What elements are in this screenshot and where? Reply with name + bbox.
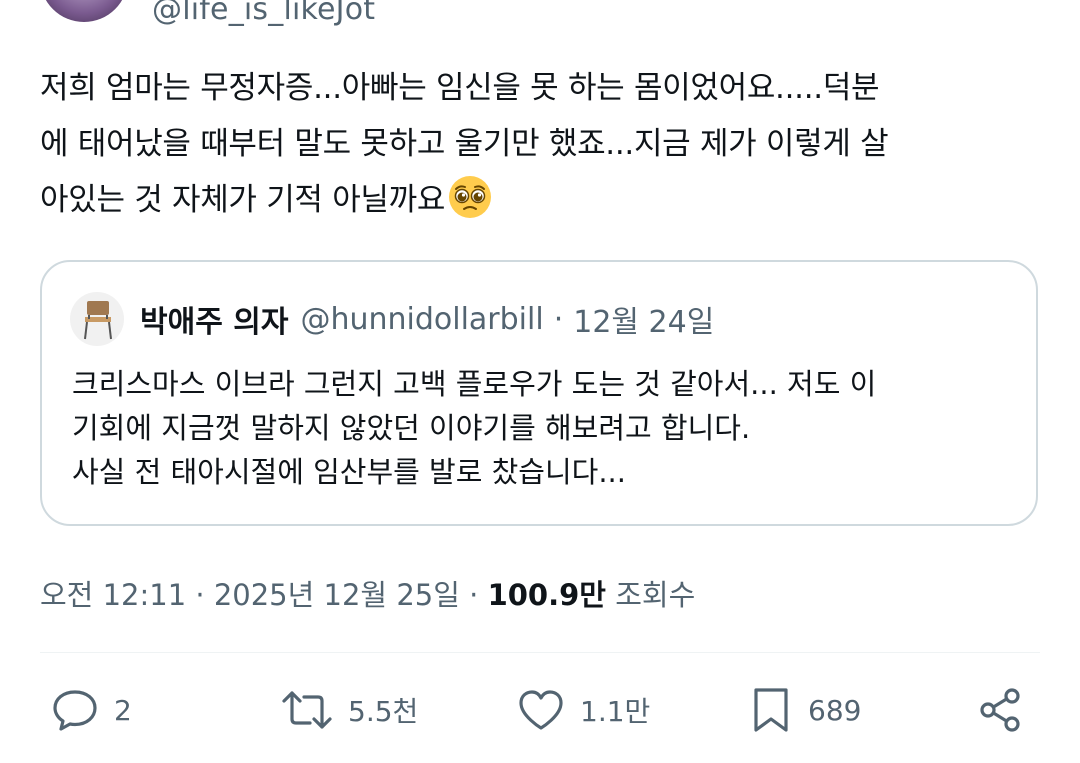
divider [40, 652, 1040, 653]
reply-button[interactable]: 2 [50, 680, 132, 740]
quote-line: 크리스마스 이브라 그런지 고백 플로우가 도는 것 같아서... 저도 이 [72, 367, 877, 401]
author-header[interactable]: @life_is_likeJot [40, 0, 375, 27]
quote-tweet-card[interactable]: 박애주 의자 @hunnidollarbill · 12월 24일 크리스마스 … [40, 260, 1038, 526]
quote-line: 사실 전 태아시절에 임산부를 발로 찼습니다... [72, 455, 626, 489]
tweet-line: 저희 엄마는 무정자증...아빠는 임신을 못 하는 몸이었어요.....덕분 [40, 70, 880, 106]
bookmark-icon [754, 688, 788, 732]
bookmark-button[interactable]: 689 [748, 680, 861, 740]
retweet-icon [282, 691, 332, 729]
tweet-meta: 오전 12:11 · 2025년 12월 25일 · 100.9만 조회수 [40, 572, 695, 614]
author-handle[interactable]: @life_is_likeJot [152, 0, 375, 27]
quote-header: 박애주 의자 @hunnidollarbill · 12월 24일 [70, 292, 714, 346]
retweet-button[interactable]: 5.5천 [280, 680, 418, 740]
chair-icon [84, 301, 112, 340]
tweet-line: 에 태어났을 때부터 말도 못하고 울기만 했죠...지금 제가 이렇게 살 [40, 126, 889, 162]
quote-avatar[interactable] [70, 292, 124, 346]
like-button[interactable]: 1.1만 [516, 680, 650, 740]
quote-text: 크리스마스 이브라 그런지 고백 플로우가 도는 것 같아서... 저도 이 기… [72, 362, 1022, 494]
quote-line: 기회에 지금껏 말하지 않았던 이야기를 해보려고 합니다. [72, 411, 751, 445]
author-avatar[interactable] [40, 0, 128, 22]
quote-date[interactable]: 12월 24일 [573, 297, 714, 341]
share-button[interactable] [978, 680, 1026, 740]
tweet-line-last: 아있는 것 자체가 기적 아닐까요 [40, 172, 1040, 228]
share-icon [980, 688, 1020, 732]
bookmark-count: 689 [808, 693, 862, 727]
tweet-line: 아있는 것 자체가 기적 아닐까요 [40, 182, 446, 218]
meta-separator: · [186, 578, 214, 612]
pleading-face-icon [449, 176, 492, 218]
heart-icon [519, 690, 563, 730]
reply-count: 2 [114, 693, 132, 727]
tweet-date[interactable]: 2025년 12월 25일 [214, 578, 460, 612]
views-label: 조회수 [605, 578, 696, 612]
retweet-count: 5.5천 [348, 695, 419, 728]
like-count: 1.1만 [580, 695, 651, 728]
reply-icon [53, 690, 97, 731]
views-count: 100.9만 [487, 578, 606, 612]
tweet-text: 저희 엄마는 무정자증...아빠는 임신을 못 하는 몸이었어요.....덕분 … [40, 60, 1040, 228]
tweet-time[interactable]: 오전 12:11 [40, 578, 186, 612]
meta-separator: · [459, 578, 488, 612]
quote-author-name[interactable]: 박애주 의자 [140, 297, 288, 341]
quote-separator: · [553, 301, 564, 337]
quote-author-handle[interactable]: @hunnidollarbill [300, 302, 543, 337]
action-bar: 2 5.5천 1.1만 689 [40, 680, 1040, 740]
